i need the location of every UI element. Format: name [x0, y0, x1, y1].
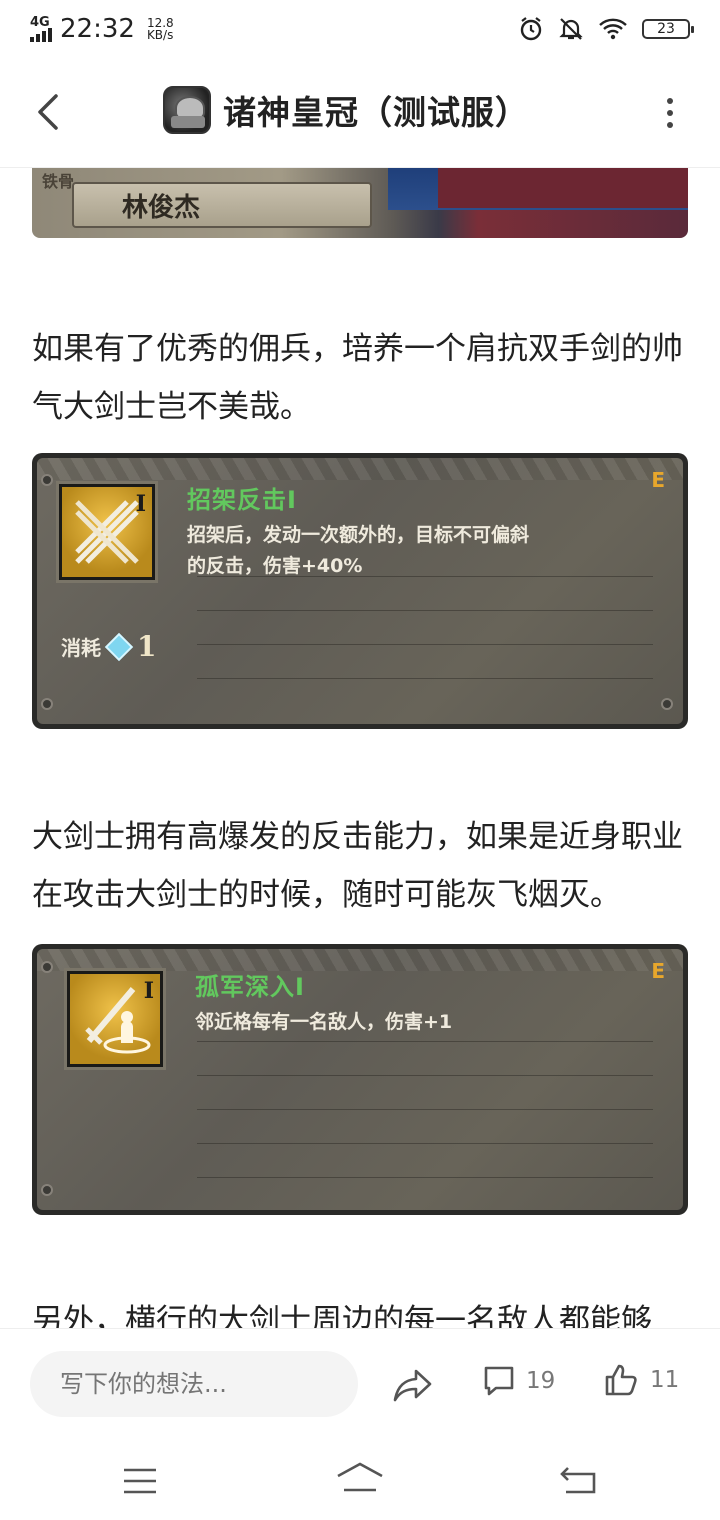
- comment-count: 19: [526, 1368, 556, 1394]
- paragraph-2: 大剑士拥有高爆发的反击能力，如果是近身职业在攻击大剑士的时候，随时可能灰飞烟灭。: [32, 819, 683, 913]
- system-nav-bar: [0, 1440, 720, 1520]
- speed-unit: KB/s: [146, 28, 174, 42]
- skill-desc-line-1: 邻近格每有一名敌人，伤害+1: [195, 1011, 453, 1033]
- skill-card-parry: I 招架反击I E 招架后，发动一次额外的，目标不可偏斜 的反击，伤害+40% …: [32, 453, 688, 729]
- skill-desc-line-1: 招架后，发动一次额外的，目标不可偏斜: [187, 524, 530, 546]
- skill-grade: E: [651, 959, 665, 983]
- status-bar: 4G 22:32 12.8 KB/s 23: [0, 0, 720, 58]
- chevron-left-icon: [38, 94, 58, 130]
- crystal-icon: [104, 632, 134, 661]
- skill-name: 招架反击I: [187, 486, 297, 514]
- battery-level: 23: [657, 21, 675, 37]
- thumbs-up-icon: [605, 1364, 637, 1396]
- banner-name: 林俊杰: [122, 192, 201, 223]
- paragraph-1: 如果有了优秀的佣兵，培养一个肩抗双手剑的帅气大剑士岂不美哉。: [32, 331, 683, 425]
- mute-bell-icon: [559, 18, 583, 40]
- back-button[interactable]: [28, 90, 68, 134]
- comment-input[interactable]: [30, 1351, 358, 1417]
- title-group: 诸神皇冠（测试服）: [163, 86, 529, 134]
- skill-card-lone-wolf: I 孤军深入I E 邻近格每有一名敌人，伤害+1: [32, 944, 688, 1215]
- paragraph-3: 另外，横行的大剑士周边的每一名敌人都能够: [32, 1303, 652, 1328]
- menu-icon: [124, 1468, 156, 1494]
- skill-desc-line-2: 的反击，伤害+40%: [187, 555, 363, 577]
- network-type: 4G: [30, 14, 50, 30]
- page-title: 诸神皇冠（测试服）: [223, 93, 529, 132]
- more-button[interactable]: [660, 98, 680, 128]
- share-button[interactable]: [392, 1365, 434, 1405]
- skill-rank: I: [135, 491, 146, 517]
- app-header: 诸神皇冠（测试服）: [0, 58, 720, 168]
- home-icon: [337, 1462, 383, 1492]
- cost-value: 1: [137, 630, 157, 663]
- banner-tag: 铁骨: [42, 172, 75, 191]
- wifi-icon: [599, 18, 627, 40]
- skill-description: 邻近格每有一名敌人，伤害+1: [195, 1007, 452, 1038]
- battery-icon: 23: [642, 19, 694, 39]
- skill-rank: I: [143, 978, 154, 1004]
- sword-and-figure-icon: I: [67, 971, 163, 1067]
- share-icon: [393, 1369, 432, 1402]
- return-icon: [560, 1467, 596, 1494]
- name-plate: 林俊杰: [72, 182, 372, 228]
- signal-icon: 4G: [30, 14, 52, 42]
- skill-grade: E: [651, 468, 665, 492]
- clock: 22:32: [60, 14, 135, 44]
- alarm-icon: [520, 17, 542, 41]
- cost-label: 消耗: [61, 636, 101, 660]
- comment-button[interactable]: 19: [482, 1365, 555, 1397]
- bottom-action-bar: 19 11: [0, 1328, 720, 1440]
- app-logo: [163, 86, 211, 134]
- more-vertical-icon: [667, 98, 673, 104]
- like-button[interactable]: 11: [604, 1363, 679, 1397]
- system-back-button[interactable]: [558, 1462, 600, 1498]
- skill-name: 孤军深入I: [195, 973, 305, 1001]
- home-button[interactable]: [334, 1460, 386, 1500]
- hero-banner-image: 铁骨 林俊杰: [32, 168, 688, 238]
- like-count: 11: [650, 1367, 680, 1393]
- article-content: 铁骨 林俊杰 如果有了优秀的佣兵，培养一个肩抗双手剑的帅气大剑士岂不美哉。 I …: [0, 168, 720, 1328]
- skill-cost: 消耗 1: [61, 630, 156, 663]
- comment-icon: [484, 1366, 514, 1396]
- crossed-swords-icon: I: [59, 484, 155, 580]
- skill-description: 招架后，发动一次额外的，目标不可偏斜 的反击，伤害+40%: [187, 520, 529, 582]
- network-speed: 12.8 KB/s: [147, 17, 174, 41]
- recent-apps-button[interactable]: [120, 1466, 160, 1496]
